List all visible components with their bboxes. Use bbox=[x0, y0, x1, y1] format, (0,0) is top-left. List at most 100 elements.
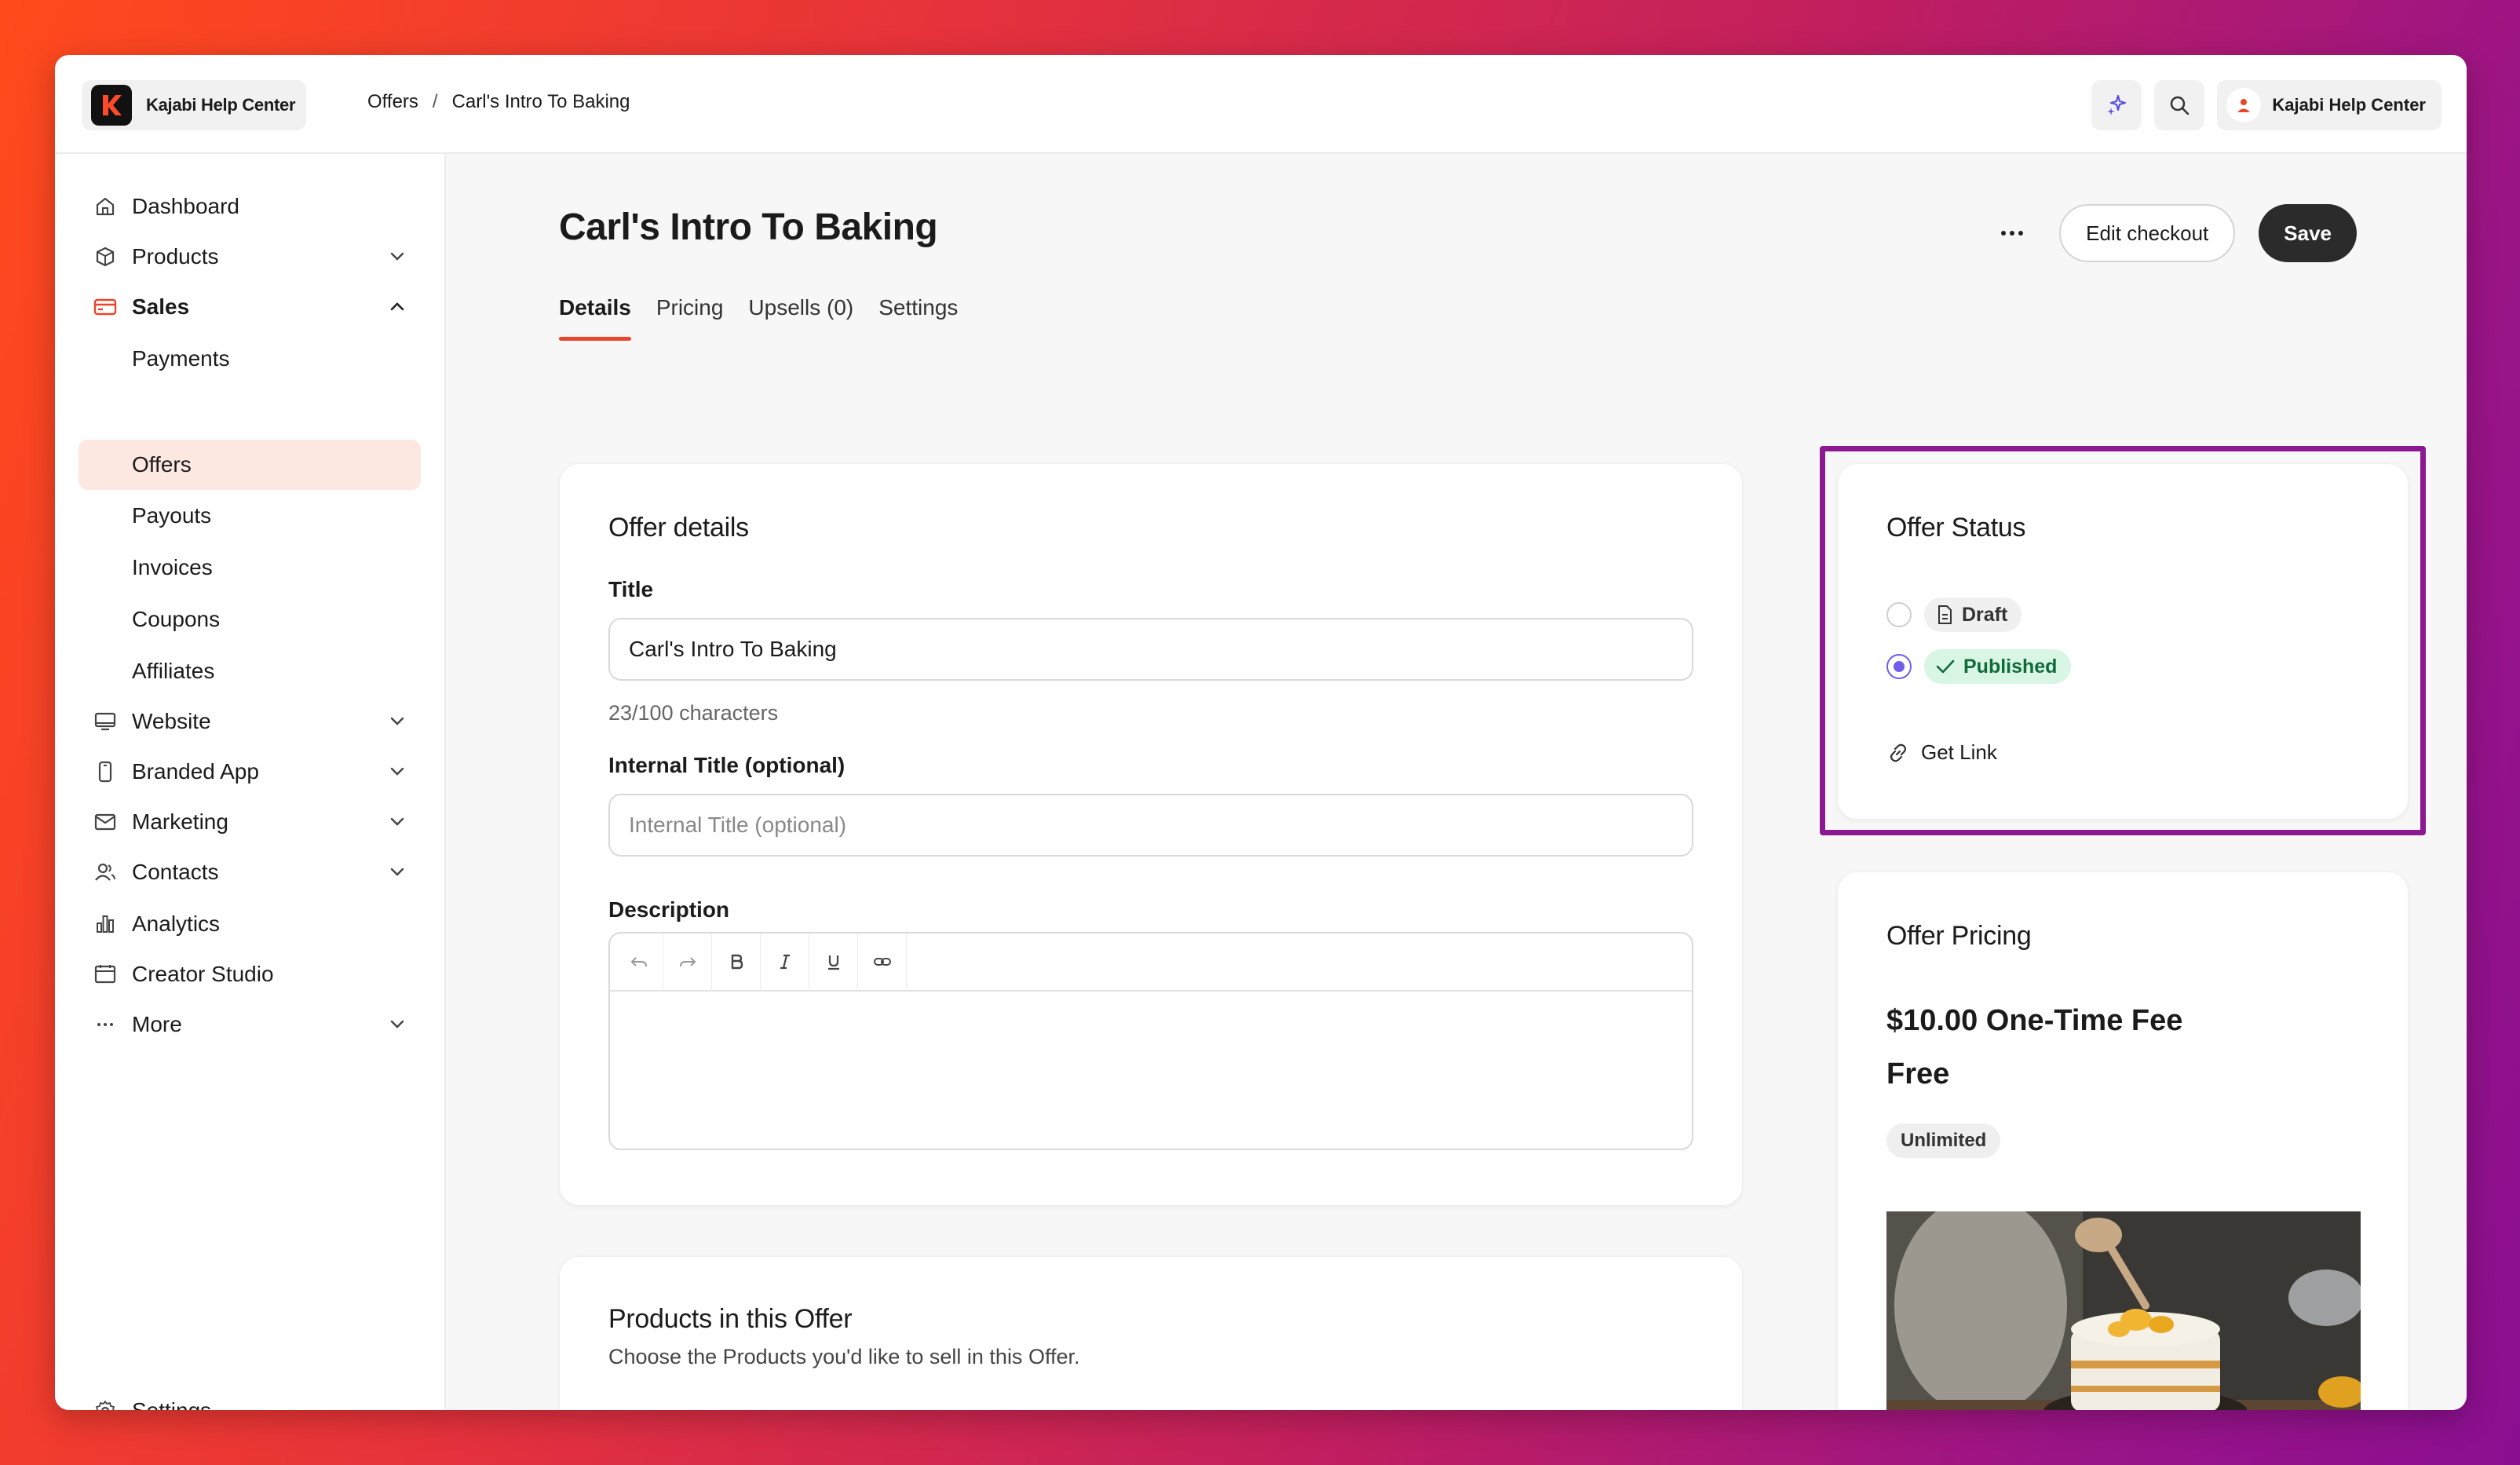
tab-details[interactable]: Details bbox=[559, 295, 631, 341]
redo-icon bbox=[679, 957, 696, 967]
chevron-down-icon bbox=[390, 717, 404, 725]
chevron-down-icon bbox=[390, 767, 404, 776]
search-icon bbox=[2171, 96, 2189, 115]
ellipsis-icon bbox=[2001, 231, 2024, 236]
chevron-down-icon bbox=[390, 868, 404, 876]
sidebar-item-payments[interactable]: Payments bbox=[79, 334, 421, 383]
offer-price-free: Free bbox=[1886, 1058, 1950, 1091]
kajabi-logo-icon bbox=[91, 85, 132, 126]
editor-toolbar bbox=[610, 933, 1692, 992]
account-name: Kajabi Help Center bbox=[2272, 95, 2426, 115]
sidebar-item-offers[interactable]: Offers bbox=[79, 440, 421, 490]
sidebar-item-label: Settings bbox=[132, 1398, 211, 1410]
chevron-down-icon bbox=[390, 817, 404, 826]
sidebar-item-website[interactable]: Website bbox=[79, 697, 421, 746]
more-actions-button[interactable] bbox=[1989, 210, 2036, 257]
calendar-icon bbox=[91, 960, 119, 988]
sidebar-item-branded-app[interactable]: Branded App bbox=[79, 747, 421, 796]
edit-checkout-button[interactable]: Edit checkout bbox=[2059, 204, 2236, 262]
products-subtitle: Choose the Products you'd like to sell i… bbox=[608, 1345, 1080, 1368]
description-textarea[interactable] bbox=[610, 992, 1692, 1149]
sidebar-item-settings[interactable]: Settings bbox=[79, 1386, 421, 1410]
offer-pricing-heading: Offer Pricing bbox=[1886, 921, 2032, 951]
sidebar-item-more[interactable]: More bbox=[79, 1000, 421, 1049]
brand-switcher[interactable]: Kajabi Help Center bbox=[82, 80, 306, 130]
underline-button[interactable] bbox=[809, 933, 858, 991]
top-bar: Kajabi Help Center Offers / Carl's Intro… bbox=[55, 55, 2467, 154]
sidebar-item-analytics[interactable]: Analytics bbox=[79, 900, 421, 948]
sidebar: Dashboard Products Sales Payments Offers… bbox=[55, 154, 446, 1410]
link-button[interactable] bbox=[858, 933, 907, 991]
internal-title-label: Internal Title (optional) bbox=[608, 753, 845, 777]
chevron-down-icon bbox=[390, 252, 404, 261]
sidebar-item-dashboard[interactable]: Dashboard bbox=[79, 182, 421, 231]
sidebar-item-affiliates[interactable]: Affiliates bbox=[79, 647, 421, 696]
sidebar-item-contacts[interactable]: Contacts bbox=[79, 848, 421, 897]
bold-button[interactable] bbox=[712, 933, 761, 991]
chevron-up-icon bbox=[390, 302, 404, 311]
avatar bbox=[2226, 88, 2262, 122]
sidebar-item-creator-studio[interactable]: Creator Studio bbox=[79, 950, 421, 999]
products-card: Products in this Offer Choose the Produc… bbox=[559, 1256, 1743, 1410]
sidebar-item-label: Payments bbox=[132, 346, 230, 371]
gear-icon bbox=[91, 1397, 119, 1410]
users-icon bbox=[91, 858, 119, 886]
account-menu-button[interactable]: Kajabi Help Center bbox=[2217, 80, 2441, 130]
redo-button[interactable] bbox=[663, 933, 712, 991]
unlimited-badge: Unlimited bbox=[1886, 1123, 2001, 1158]
sidebar-item-coupons[interactable]: Coupons bbox=[79, 595, 421, 644]
bold-icon bbox=[731, 954, 743, 970]
offer-details-card: Offer details Title Carl's Intro To Baki… bbox=[559, 463, 1743, 1206]
tab-upsells[interactable]: Upsells (0) bbox=[748, 295, 853, 341]
tab-pricing[interactable]: Pricing bbox=[656, 295, 724, 341]
page-title: Carl's Intro To Baking bbox=[559, 206, 938, 248]
sidebar-item-label: Marketing bbox=[132, 809, 228, 834]
sidebar-item-label: Affiliates bbox=[132, 659, 215, 683]
undo-button[interactable] bbox=[615, 933, 663, 991]
title-label: Title bbox=[608, 577, 654, 601]
user-icon bbox=[2237, 99, 2251, 112]
sidebar-item-products[interactable]: Products bbox=[79, 232, 421, 281]
phone-icon bbox=[91, 758, 119, 786]
sidebar-item-sales[interactable]: Sales bbox=[79, 283, 421, 331]
sparkle-icon bbox=[2107, 94, 2127, 115]
products-heading: Products in this Offer bbox=[608, 1304, 853, 1334]
sidebar-item-label: More bbox=[132, 1012, 182, 1036]
box-icon bbox=[91, 243, 119, 271]
search-button[interactable] bbox=[2154, 80, 2205, 130]
sidebar-item-label: Branded App bbox=[132, 759, 259, 784]
tab-settings[interactable]: Settings bbox=[878, 295, 958, 341]
sidebar-item-label: Invoices bbox=[132, 555, 213, 579]
sidebar-item-label: Creator Studio bbox=[132, 962, 274, 986]
home-icon bbox=[91, 192, 119, 221]
sidebar-item-label: Dashboard bbox=[132, 194, 239, 218]
sidebar-item-label: Analytics bbox=[132, 912, 221, 936]
sidebar-item-marketing[interactable]: Marketing bbox=[79, 798, 421, 846]
offer-price: $10.00 One-Time Fee bbox=[1886, 1004, 2183, 1037]
sidebar-item-label: Products bbox=[132, 244, 219, 269]
save-button[interactable]: Save bbox=[2259, 204, 2357, 262]
breadcrumb-current: Carl's Intro To Baking bbox=[451, 91, 630, 112]
undo-icon bbox=[630, 957, 647, 967]
mail-icon bbox=[91, 808, 119, 836]
sidebar-item-payouts[interactable]: Payouts bbox=[79, 491, 421, 540]
chart-icon bbox=[91, 910, 119, 938]
italic-button[interactable] bbox=[761, 933, 809, 991]
internal-title-input[interactable]: Internal Title (optional) bbox=[608, 794, 1693, 857]
offer-status-highlight bbox=[1820, 446, 2426, 835]
ai-sparkle-button[interactable] bbox=[2091, 80, 2142, 130]
title-input[interactable]: Carl's Intro To Baking bbox=[608, 618, 1693, 681]
sidebar-item-invoices[interactable]: Invoices bbox=[79, 543, 421, 592]
sidebar-item-label: Coupons bbox=[132, 607, 221, 631]
main-content: Carl's Intro To Baking Edit checkout Sav… bbox=[446, 154, 2467, 1410]
underline-icon bbox=[827, 955, 839, 970]
dots-icon bbox=[91, 1010, 119, 1039]
description-editor bbox=[608, 932, 1693, 1150]
sidebar-item-label: Offers bbox=[132, 452, 192, 477]
offer-thumbnail-image bbox=[1886, 1211, 2361, 1410]
breadcrumb-offers[interactable]: Offers bbox=[367, 91, 418, 113]
sidebar-item-label: Payouts bbox=[132, 503, 212, 528]
italic-icon bbox=[780, 954, 790, 970]
breadcrumb-separator: / bbox=[432, 91, 438, 112]
tab-bar: Details Pricing Upsells (0) Settings bbox=[559, 295, 958, 341]
